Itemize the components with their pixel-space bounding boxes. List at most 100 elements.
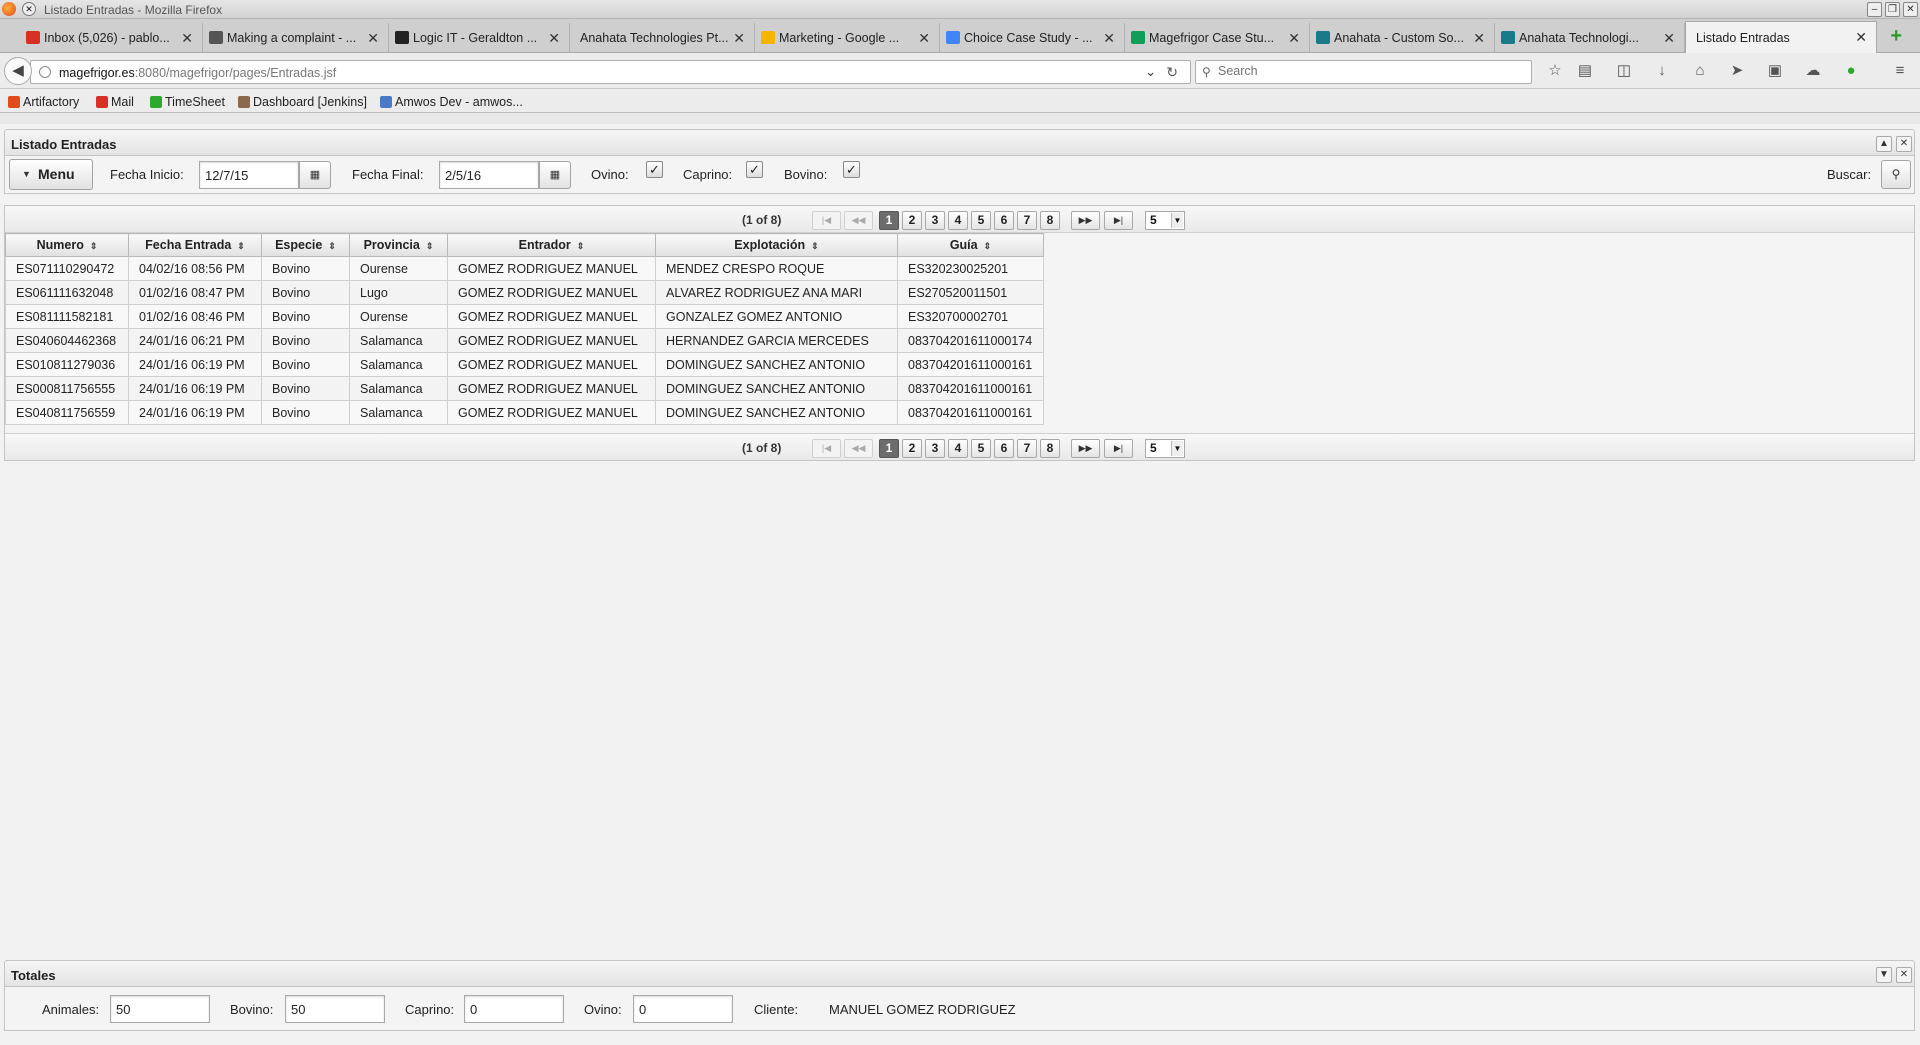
- close-window-icon[interactable]: ✕: [22, 2, 36, 16]
- expand-panel-icon[interactable]: ▼: [1876, 967, 1892, 983]
- send-icon[interactable]: ➤: [1727, 62, 1747, 80]
- browser-tab[interactable]: Logic IT - Geraldton ... ✕: [389, 23, 570, 52]
- page-number-button[interactable]: 7: [1017, 439, 1037, 458]
- ovino-total-field[interactable]: 0: [633, 995, 733, 1023]
- collapse-panel-icon[interactable]: ▲: [1876, 136, 1892, 152]
- page-number-button[interactable]: 8: [1040, 211, 1060, 230]
- close-panel-icon[interactable]: ✕: [1896, 136, 1912, 152]
- page-number-button[interactable]: 6: [994, 211, 1014, 230]
- new-tab-plus-icon[interactable]: +: [1890, 25, 1902, 48]
- minimize-icon[interactable]: –: [1867, 2, 1882, 17]
- bookmark-item[interactable]: Dashboard [Jenkins]: [238, 95, 367, 109]
- close-tab-icon[interactable]: ✕: [1288, 30, 1300, 47]
- search-box[interactable]: ⚲: [1195, 60, 1532, 84]
- close-tab-icon[interactable]: ✕: [1855, 29, 1867, 46]
- browser-tab[interactable]: Anahata - Custom So... ✕: [1310, 23, 1495, 52]
- bookmark-item[interactable]: TimeSheet: [150, 95, 225, 109]
- download-icon[interactable]: ↓: [1652, 62, 1672, 80]
- page-number-button[interactable]: 1: [879, 211, 899, 230]
- column-header[interactable]: Explotación ⇕: [655, 233, 898, 257]
- caprino-total-field[interactable]: 0: [464, 995, 564, 1023]
- column-header[interactable]: Especie ⇕: [261, 233, 350, 257]
- animales-field[interactable]: 50: [110, 995, 210, 1023]
- page-number-button[interactable]: 7: [1017, 211, 1037, 230]
- fecha-final-input[interactable]: 2/5/16: [439, 161, 539, 189]
- caprino-checkbox[interactable]: ✓: [746, 161, 763, 178]
- hamburger-menu-icon[interactable]: ≡: [1890, 62, 1910, 80]
- browser-tab[interactable]: Marketing - Google ... ✕: [755, 23, 940, 52]
- bookmark-item[interactable]: Mail: [96, 95, 134, 109]
- close-tab-icon[interactable]: ✕: [1663, 30, 1675, 47]
- bookmark-item[interactable]: Amwos Dev - amwos...: [380, 95, 523, 109]
- next-page-button[interactable]: ▶▶: [1071, 439, 1100, 458]
- close-tab-icon[interactable]: ✕: [918, 30, 930, 47]
- close-icon[interactable]: ✕: [1903, 2, 1918, 17]
- table-row[interactable]: ES000811756555 24/01/16 06:19 PM Bovino Sal…: [5, 376, 1044, 401]
- browser-tab[interactable]: Choice Case Study - ... ✕: [940, 23, 1125, 52]
- column-header[interactable]: Provincia ⇕: [349, 233, 448, 257]
- home-icon[interactable]: ⌂: [1690, 62, 1710, 80]
- close-tab-icon[interactable]: ✕: [181, 30, 193, 47]
- page-number-button[interactable]: 4: [948, 211, 968, 230]
- browser-tab[interactable]: Magefrigor Case Stu... ✕: [1125, 23, 1310, 52]
- browser-tab[interactable]: Inbox (5,026) - pablo... ✕: [20, 23, 203, 52]
- reload-icon[interactable]: ↻: [1166, 64, 1178, 81]
- bovino-total-field[interactable]: 50: [285, 995, 385, 1023]
- page-number-button[interactable]: 5: [971, 439, 991, 458]
- history-dropdown-icon[interactable]: ⌄: [1145, 64, 1156, 80]
- column-header[interactable]: Guía ⇕: [897, 233, 1044, 257]
- table-row[interactable]: ES040811756559 24/01/16 06:19 PM Bovino Sal…: [5, 400, 1044, 425]
- maximize-icon[interactable]: ❐: [1885, 2, 1900, 17]
- back-button[interactable]: ◀: [4, 57, 32, 85]
- table-row[interactable]: ES061111632048 01/02/16 08:47 PM Bovino Lug…: [5, 280, 1044, 305]
- close-tab-icon[interactable]: ✕: [733, 30, 745, 47]
- first-page-button[interactable]: |◀: [812, 211, 841, 230]
- extension-icon[interactable]: ▣: [1765, 62, 1785, 80]
- browser-tab[interactable]: Listado Entradas ✕: [1685, 21, 1877, 53]
- rows-per-page-select[interactable]: 5 ▼: [1145, 439, 1185, 458]
- bovino-checkbox[interactable]: ✓: [843, 161, 860, 178]
- page-number-button[interactable]: 5: [971, 211, 991, 230]
- page-number-button[interactable]: 4: [948, 439, 968, 458]
- first-page-button[interactable]: |◀: [812, 439, 841, 458]
- chat-icon[interactable]: ☁: [1803, 62, 1823, 80]
- page-number-button[interactable]: 3: [925, 211, 945, 230]
- page-number-button[interactable]: 2: [902, 439, 922, 458]
- url-text[interactable]: magefrigor.es:8080/magefrigor/pages/Entr…: [59, 66, 336, 80]
- table-row[interactable]: ES010811279036 24/01/16 06:19 PM Bovino Sal…: [5, 352, 1044, 377]
- column-header[interactable]: Numero ⇕: [5, 233, 129, 257]
- search-input[interactable]: [1218, 64, 1518, 78]
- buscar-button[interactable]: ⚲: [1881, 160, 1911, 189]
- page-number-button[interactable]: 8: [1040, 439, 1060, 458]
- close-tab-icon[interactable]: ✕: [367, 30, 379, 47]
- close-tab-icon[interactable]: ✕: [1103, 30, 1115, 47]
- page-number-button[interactable]: 1: [879, 439, 899, 458]
- fecha-inicio-calendar-button[interactable]: ▦: [299, 161, 331, 189]
- page-number-button[interactable]: 3: [925, 439, 945, 458]
- browser-tab[interactable]: Making a complaint - ... ✕: [203, 23, 389, 52]
- fecha-inicio-input[interactable]: 12/7/15: [199, 161, 299, 189]
- bookmark-item[interactable]: Artifactory: [8, 95, 79, 109]
- ovino-checkbox[interactable]: ✓: [646, 161, 663, 178]
- fecha-final-calendar-button[interactable]: ▦: [539, 161, 571, 189]
- last-page-button[interactable]: ▶|: [1104, 439, 1133, 458]
- column-header[interactable]: Entrador ⇕: [447, 233, 656, 257]
- column-header[interactable]: Fecha Entrada ⇕: [128, 233, 262, 257]
- last-page-button[interactable]: ▶|: [1104, 211, 1133, 230]
- table-row[interactable]: ES040604462368 24/01/16 06:21 PM Bovino Sal…: [5, 328, 1044, 353]
- url-bar[interactable]: magefrigor.es:8080/magefrigor/pages/Entr…: [30, 60, 1191, 84]
- page-number-button[interactable]: 6: [994, 439, 1014, 458]
- grammarly-icon[interactable]: ●: [1841, 62, 1861, 80]
- next-page-button[interactable]: ▶▶: [1071, 211, 1100, 230]
- close-tab-icon[interactable]: ✕: [548, 30, 560, 47]
- page-number-button[interactable]: 2: [902, 211, 922, 230]
- browser-tab[interactable]: Anahata Technologies Pt... ✕: [570, 23, 755, 52]
- bookmarks-list-icon[interactable]: ▤: [1575, 62, 1595, 80]
- table-row[interactable]: ES081111582181 01/02/16 08:46 PM Bovino Our…: [5, 304, 1044, 329]
- close-panel-icon[interactable]: ✕: [1896, 967, 1912, 983]
- table-row[interactable]: ES071110290472 04/02/16 08:56 PM Bovino Our…: [5, 256, 1044, 281]
- prev-page-button[interactable]: ◀◀: [844, 439, 873, 458]
- rows-per-page-select[interactable]: 5 ▼: [1145, 211, 1185, 230]
- pocket-icon[interactable]: ◫: [1614, 62, 1634, 80]
- bookmark-star-icon[interactable]: ☆: [1545, 62, 1565, 80]
